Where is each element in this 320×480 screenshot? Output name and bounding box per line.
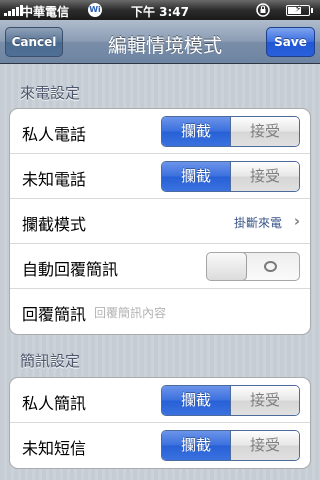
sms-settings-group: 私人簡訊 攔截 接受 未知短信 攔截 接受 — [9, 377, 311, 469]
unknown-call-block-option[interactable]: 攔截 — [162, 162, 231, 191]
off-circle-icon — [264, 261, 277, 272]
private-sms-label: 私人簡訊 — [22, 394, 87, 413]
private-sms-block-option[interactable]: 攔截 — [162, 386, 231, 415]
navigation-bar: Cancel 編輯情境模式 Save — [0, 20, 320, 64]
row-private-sms: 私人簡訊 攔截 接受 — [10, 378, 310, 423]
row-auto-reply: 自動回覆簡訊 — [10, 244, 310, 289]
status-time: 下午 3:47 — [130, 5, 190, 19]
rotation-lock-icon — [256, 3, 270, 17]
row-block-mode[interactable]: 攔截模式 掛斷來電 › — [10, 199, 310, 244]
row-private-call: 私人電話 攔截 接受 — [10, 109, 310, 154]
status-bar: 中華電信 Wi 下午 3:47 ⚡ — [0, 0, 320, 20]
row-unknown-sms: 未知短信 攔截 接受 — [10, 423, 310, 468]
call-settings-group: 私人電話 攔截 接受 未知電話 攔截 接受 攔截模式 掛斷來電 › 自動回覆簡訊… — [9, 108, 311, 335]
private-call-block-option[interactable]: 攔截 — [162, 117, 231, 146]
auto-reply-label: 自動回覆簡訊 — [22, 260, 119, 279]
unknown-sms-label: 未知短信 — [22, 439, 87, 458]
section-header-sms: 簡訊設定 — [20, 352, 81, 370]
unknown-sms-accept-option[interactable]: 接受 — [231, 431, 299, 460]
save-button[interactable]: Save — [266, 27, 315, 57]
unknown-call-segmented: 攔截 接受 — [161, 161, 300, 192]
unknown-sms-block-option[interactable]: 攔截 — [162, 431, 231, 460]
chevron-right-icon: › — [293, 212, 300, 230]
block-mode-label: 攔截模式 — [22, 215, 87, 234]
block-mode-value: 掛斷來電 — [233, 216, 282, 230]
unknown-call-label: 未知電話 — [22, 170, 87, 189]
page-title: 編輯情境模式 — [107, 35, 222, 57]
private-sms-accept-option[interactable]: 接受 — [231, 386, 299, 415]
unknown-call-accept-option[interactable]: 接受 — [231, 162, 299, 191]
battery-icon: ⚡ — [286, 4, 313, 16]
row-unknown-call: 未知電話 攔截 接受 — [10, 154, 310, 199]
auto-reply-toggle[interactable] — [206, 252, 300, 281]
cancel-button[interactable]: Cancel — [5, 27, 63, 57]
private-call-segmented: 攔截 接受 — [161, 116, 300, 147]
reply-sms-input[interactable]: 回覆簡訊內容 — [94, 304, 166, 321]
section-header-call: 來電設定 — [20, 84, 81, 102]
private-call-accept-option[interactable]: 接受 — [231, 117, 299, 146]
row-reply-sms: 回覆簡訊 回覆簡訊內容 — [10, 289, 310, 334]
toggle-knob — [207, 253, 247, 280]
private-call-label: 私人電話 — [22, 125, 87, 144]
private-sms-segmented: 攔截 接受 — [161, 385, 300, 416]
unknown-sms-segmented: 攔截 接受 — [161, 430, 300, 461]
reply-sms-label: 回覆簡訊 — [22, 305, 87, 324]
